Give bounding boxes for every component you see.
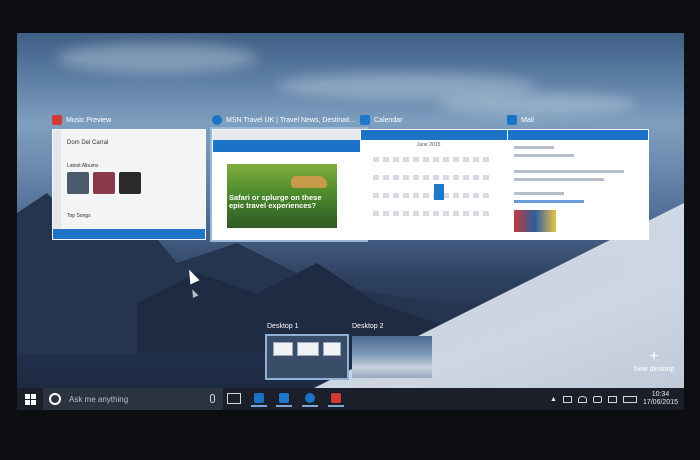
wallpaper-cloud [437,93,637,115]
start-button[interactable] [17,388,43,410]
mail-image [514,210,556,232]
mail-text-line [514,154,574,157]
volume-icon[interactable] [592,395,602,403]
wifi-icon[interactable] [577,395,587,403]
window-msn-travel[interactable]: MSN Travel UK | Travel News, Destinati..… [210,113,368,242]
mini-window [297,342,319,356]
mini-window [273,342,293,356]
window-calendar[interactable]: Calendar June 2015 [360,113,514,240]
virtual-desktops: Desktop 1 Desktop 2 [17,323,684,385]
player-bar [53,229,205,239]
clock-time: 10:34 [651,391,670,398]
mail-text-line [514,146,554,149]
task-view-button[interactable] [227,393,241,404]
msn-icon [212,115,222,125]
window-title: Music Preview [66,116,112,124]
window-thumbnail[interactable]: Safari or splurge on these epic travel e… [210,127,368,242]
window-thumbnail[interactable]: Dom Del Carral Latest Albums Top Songs [52,129,206,240]
album-art [119,172,141,194]
window-title-bar: MSN Travel UK | Travel News, Destinati..… [212,113,366,127]
microphone-icon[interactable] [210,394,215,403]
music-icon [52,115,62,125]
site-subnav [213,152,365,160]
mini-window [323,342,341,356]
window-title: Mail [521,116,534,124]
window-title: Calendar [374,116,403,124]
wallpaper-cloud [57,43,257,73]
taskbar-app-mail[interactable] [251,391,267,407]
mail-text-line [514,170,624,173]
site-nav [213,140,365,152]
mail-icon [254,393,264,403]
taskbar: Ask me anything ▲ 10:34 17/06/2015 [17,388,684,410]
battery-icon[interactable] [562,395,572,403]
album-art [93,172,115,194]
taskbar-app-msn[interactable] [302,391,318,407]
window-thumbnail[interactable]: June 2015 [360,129,514,240]
new-desktop-label: New desktop [633,366,675,373]
hero-headline: Safari or splurge on these epic travel e… [229,193,322,210]
window-thumbnail[interactable] [507,129,649,240]
plus-icon: + [649,348,659,365]
desktop-1[interactable]: Desktop 1 [265,323,349,380]
leopard-image [291,176,327,188]
new-desktop-button[interactable]: + New desktop [629,348,679,374]
cortana-icon [49,393,61,405]
mail-icon [507,115,517,125]
calendar-toolbar [361,130,513,140]
window-mail[interactable]: Mail [507,113,649,240]
window-title-bar: Mail [507,113,649,127]
desktop-label: Desktop 1 [267,323,299,330]
window-title-bar: Music Preview [52,113,206,127]
album-art [67,172,89,194]
section-heading: Top Songs [67,213,91,219]
mail-text-line [514,178,604,181]
calendar-icon [279,393,289,403]
music-icon [331,393,341,403]
keyboard-icon[interactable] [622,395,637,403]
mail-text-line [514,192,564,195]
cortana-search-box[interactable]: Ask me anything [43,388,223,410]
mail-link [514,200,584,203]
msn-icon [305,393,315,403]
browser-bar [213,130,365,140]
clock[interactable]: 10:34 17/06/2015 [643,391,678,407]
artist-heading: Dom Del Carral [67,140,109,146]
calendar-event [434,184,444,200]
sidebar [53,130,61,239]
section-heading: Latest Albums [67,163,99,169]
scroll-arrow[interactable] [363,199,371,215]
search-placeholder: Ask me anything [69,394,129,404]
clock-date: 17/06/2015 [642,399,678,406]
desktop-thumbnail[interactable] [265,334,349,380]
task-view-screen: Music Preview Dom Del Carral Latest Albu… [17,33,684,410]
system-tray: ▲ 10:34 17/06/2015 [550,388,684,410]
calendar-icon [360,115,370,125]
window-title-bar: Calendar [360,113,514,127]
window-title: MSN Travel UK | Travel News, Destinati..… [226,116,356,124]
chevron-up-icon[interactable]: ▲ [550,396,557,403]
calendar-month: June 2015 [417,142,441,148]
window-music[interactable]: Music Preview Dom Del Carral Latest Albu… [52,113,206,240]
desktop-2[interactable]: Desktop 2 [352,323,432,378]
taskbar-app-calendar[interactable] [276,391,292,407]
mail-toolbar [508,130,648,140]
action-center-icon[interactable] [607,395,617,403]
windows-logo-icon [24,393,36,405]
desktop-thumbnail[interactable] [352,336,432,378]
taskbar-app-music[interactable] [328,391,344,407]
desktop-label: Desktop 2 [352,323,384,330]
